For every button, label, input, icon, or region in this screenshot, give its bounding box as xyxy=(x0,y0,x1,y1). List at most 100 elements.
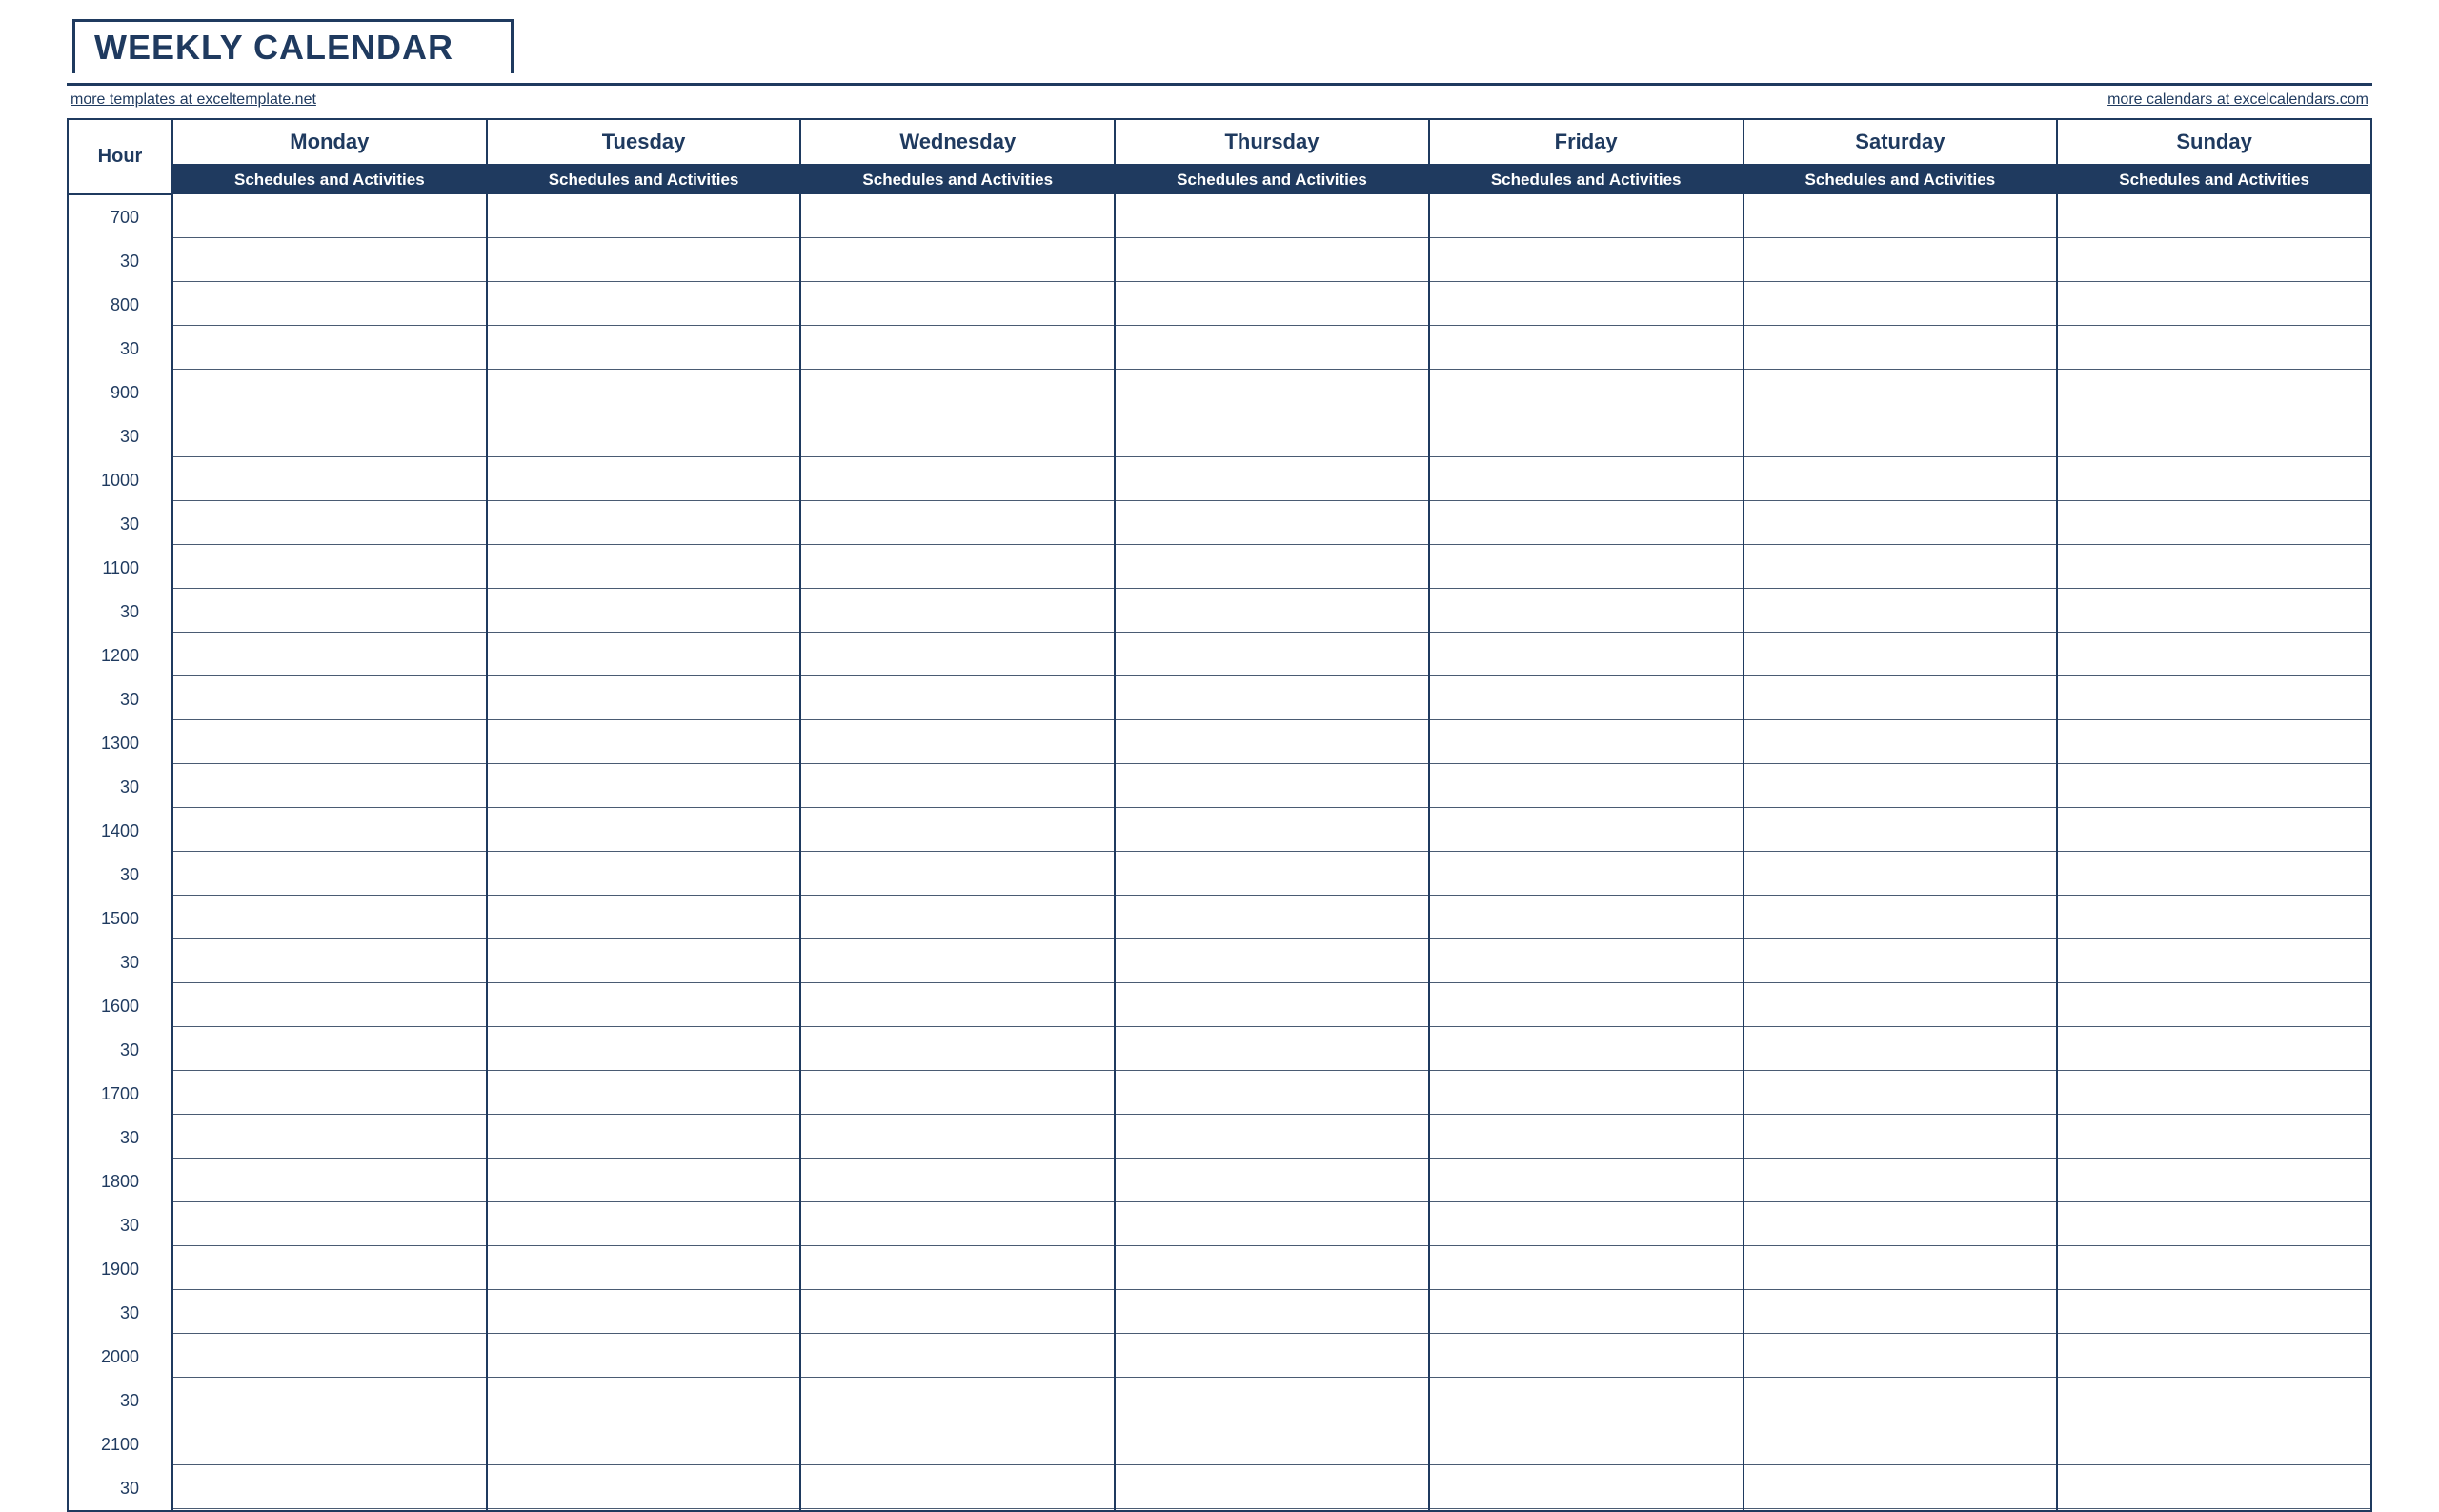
entry-line[interactable] xyxy=(801,1246,1114,1290)
entry-line[interactable] xyxy=(173,896,486,939)
entry-line[interactable] xyxy=(1430,1378,1743,1421)
entry-line[interactable] xyxy=(1116,1334,1428,1378)
entry-line[interactable] xyxy=(173,1027,486,1071)
entry-line[interactable] xyxy=(1116,1071,1428,1115)
entry-line[interactable] xyxy=(1744,1202,2057,1246)
entry-line[interactable] xyxy=(2058,1246,2370,1290)
entry-line[interactable] xyxy=(801,633,1114,676)
entry-line[interactable] xyxy=(173,282,486,326)
entry-line[interactable] xyxy=(1430,1246,1743,1290)
entry-line[interactable] xyxy=(173,1465,486,1509)
entry-line[interactable] xyxy=(1430,896,1743,939)
entry-line[interactable] xyxy=(1430,1071,1743,1115)
entry-line[interactable] xyxy=(488,1465,800,1509)
entry-line[interactable] xyxy=(1116,1115,1428,1159)
entry-line[interactable] xyxy=(1744,1421,2057,1465)
entry-line[interactable] xyxy=(488,1334,800,1378)
entry-line[interactable] xyxy=(1430,457,1743,501)
entry-line[interactable] xyxy=(1744,1115,2057,1159)
entry-line[interactable] xyxy=(1430,1159,1743,1202)
entry-line[interactable] xyxy=(1744,457,2057,501)
entry-line[interactable] xyxy=(1430,370,1743,413)
entry-line[interactable] xyxy=(173,676,486,720)
entry-line[interactable] xyxy=(801,1115,1114,1159)
entry-line[interactable] xyxy=(1430,633,1743,676)
entry-line[interactable] xyxy=(1116,1202,1428,1246)
entry-line[interactable] xyxy=(173,633,486,676)
entry-line[interactable] xyxy=(1744,1027,2057,1071)
entry-line[interactable] xyxy=(488,1246,800,1290)
entry-line[interactable] xyxy=(1430,1115,1743,1159)
entry-line[interactable] xyxy=(488,1421,800,1465)
entry-line[interactable] xyxy=(173,1159,486,1202)
entry-line[interactable] xyxy=(1430,852,1743,896)
entry-line[interactable] xyxy=(488,1290,800,1334)
entry-line[interactable] xyxy=(2058,1290,2370,1334)
entry-line[interactable] xyxy=(1116,413,1428,457)
entry-line[interactable] xyxy=(2058,1378,2370,1421)
entry-line[interactable] xyxy=(801,1071,1114,1115)
entry-line[interactable] xyxy=(488,720,800,764)
entry-line[interactable] xyxy=(1744,194,2057,238)
entry-line[interactable] xyxy=(801,1378,1114,1421)
entry-line[interactable] xyxy=(488,764,800,808)
entry-line[interactable] xyxy=(488,1378,800,1421)
entry-line[interactable] xyxy=(173,764,486,808)
entry-line[interactable] xyxy=(173,1246,486,1290)
entry-line[interactable] xyxy=(2058,370,2370,413)
entry-line[interactable] xyxy=(801,1334,1114,1378)
entry-line[interactable] xyxy=(173,238,486,282)
entry-line[interactable] xyxy=(1744,326,2057,370)
entry-line[interactable] xyxy=(488,413,800,457)
entry-line[interactable] xyxy=(1116,238,1428,282)
entry-line[interactable] xyxy=(173,589,486,633)
entry-line[interactable] xyxy=(1116,1027,1428,1071)
entry-line[interactable] xyxy=(1744,1071,2057,1115)
entry-line[interactable] xyxy=(1116,282,1428,326)
entry-line[interactable] xyxy=(2058,1334,2370,1378)
entry-line[interactable] xyxy=(1744,589,2057,633)
entry-line[interactable] xyxy=(173,501,486,545)
entry-line[interactable] xyxy=(1744,545,2057,589)
entry-line[interactable] xyxy=(173,194,486,238)
entry-line[interactable] xyxy=(1430,501,1743,545)
entry-line[interactable] xyxy=(488,589,800,633)
entry-line[interactable] xyxy=(1116,545,1428,589)
entry-line[interactable] xyxy=(173,1334,486,1378)
entry-line[interactable] xyxy=(801,282,1114,326)
entry-line[interactable] xyxy=(2058,852,2370,896)
entry-line[interactable] xyxy=(801,676,1114,720)
entry-line[interactable] xyxy=(1744,939,2057,983)
entry-line[interactable] xyxy=(2058,808,2370,852)
entry-line[interactable] xyxy=(2058,676,2370,720)
entry-line[interactable] xyxy=(1430,764,1743,808)
entry-line[interactable] xyxy=(1744,1334,2057,1378)
entry-line[interactable] xyxy=(488,1071,800,1115)
entry-line[interactable] xyxy=(2058,983,2370,1027)
entry-line[interactable] xyxy=(1116,633,1428,676)
entry-line[interactable] xyxy=(173,852,486,896)
entry-line[interactable] xyxy=(1430,676,1743,720)
entry-line[interactable] xyxy=(488,1202,800,1246)
entry-line[interactable] xyxy=(1116,1378,1428,1421)
entry-line[interactable] xyxy=(1744,896,2057,939)
entry-line[interactable] xyxy=(173,983,486,1027)
templates-link[interactable]: more templates at exceltemplate.net xyxy=(71,91,316,109)
entry-line[interactable] xyxy=(488,1159,800,1202)
entry-line[interactable] xyxy=(1430,545,1743,589)
entry-line[interactable] xyxy=(2058,545,2370,589)
entry-line[interactable] xyxy=(1744,238,2057,282)
entry-line[interactable] xyxy=(2058,194,2370,238)
entry-line[interactable] xyxy=(488,282,800,326)
entry-line[interactable] xyxy=(2058,1421,2370,1465)
entry-line[interactable] xyxy=(1116,720,1428,764)
entry-line[interactable] xyxy=(2058,282,2370,326)
entry-line[interactable] xyxy=(2058,633,2370,676)
entry-line[interactable] xyxy=(1116,764,1428,808)
entry-line[interactable] xyxy=(2058,238,2370,282)
entry-line[interactable] xyxy=(1116,457,1428,501)
entry-line[interactable] xyxy=(1430,1290,1743,1334)
entry-line[interactable] xyxy=(801,1465,1114,1509)
entry-line[interactable] xyxy=(173,1115,486,1159)
entry-line[interactable] xyxy=(173,457,486,501)
